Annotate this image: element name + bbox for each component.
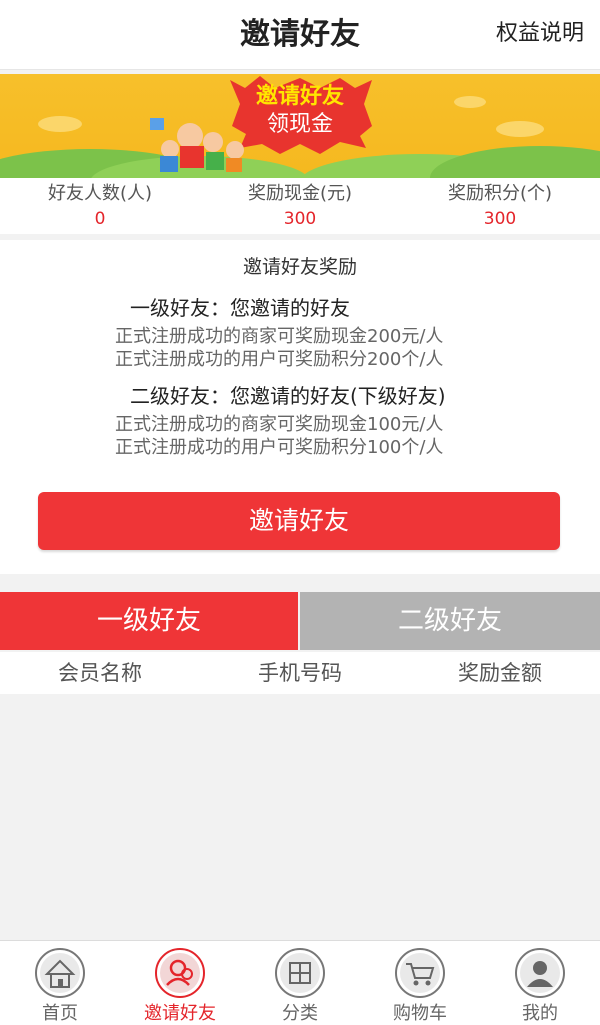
friend-level-tabs: 一级好友 二级好友	[0, 592, 600, 650]
invite-friends-button[interactable]: 邀请好友	[38, 492, 560, 550]
stats-row: 好友人数(人) 0 奖励现金(元) 300 奖励积分(个) 300	[0, 178, 600, 234]
stat-points-reward: 奖励积分(个) 300	[400, 178, 600, 232]
nav-home-label: 首页	[42, 1003, 78, 1024]
user-invite-icon	[155, 948, 205, 998]
column-member-name: 会员名称	[58, 661, 142, 685]
column-reward-amount: 奖励金额	[458, 661, 542, 685]
level1-title: 一级好友：您邀请的好友	[130, 296, 350, 320]
stat-cash-reward: 奖励现金(元) 300	[200, 178, 400, 232]
nav-category-label: 分类	[282, 1003, 318, 1024]
stat-value: 0	[94, 209, 106, 229]
bottom-nav: 首页 邀请好友 分类 购物车 我的	[0, 940, 600, 1025]
home-icon	[35, 948, 85, 998]
level2-user-rule: 正式注册成功的用户可奖励积分100个/人	[115, 437, 444, 458]
profile-icon	[515, 948, 565, 998]
nav-invite-label: 邀请好友	[144, 1003, 216, 1024]
stat-label: 奖励现金(元)	[247, 183, 353, 204]
nav-profile-label: 我的	[522, 1003, 558, 1024]
stat-friend-count: 好友人数(人) 0	[0, 178, 200, 232]
banner-title: 邀请好友	[255, 84, 344, 109]
tab-level2[interactable]: 二级好友	[300, 592, 600, 650]
rules-link[interactable]: 权益说明	[496, 0, 584, 70]
nav-home[interactable]: 首页	[0, 941, 120, 1025]
banner-subtitle: 领现金	[266, 112, 333, 137]
column-phone: 手机号码	[258, 661, 342, 685]
tab-level1[interactable]: 一级好友	[0, 592, 298, 650]
nav-invite[interactable]: 邀请好友	[120, 941, 240, 1025]
stat-value: 300	[483, 209, 517, 229]
promo-banner: 邀请好友 领现金	[0, 74, 600, 178]
nav-profile[interactable]: 我的	[480, 941, 600, 1025]
cart-icon	[395, 948, 445, 998]
rewards-heading: 邀请好友奖励	[242, 256, 357, 278]
level2-title: 二级好友：您邀请的好友(下级好友)	[130, 384, 446, 408]
nav-category[interactable]: 分类	[240, 941, 360, 1025]
level1-user-rule: 正式注册成功的用户可奖励积分200个/人	[115, 349, 444, 370]
nav-cart[interactable]: 购物车	[360, 941, 480, 1025]
stat-label: 好友人数(人)	[47, 183, 153, 204]
nav-cart-label: 购物车	[393, 1003, 447, 1024]
top-bar: 邀请好友 权益说明	[0, 0, 600, 70]
table-header: 会员名称 手机号码 奖励金额	[0, 652, 600, 694]
stat-value: 300	[283, 209, 317, 229]
category-icon	[275, 948, 325, 998]
stat-label: 奖励积分(个)	[447, 183, 553, 204]
